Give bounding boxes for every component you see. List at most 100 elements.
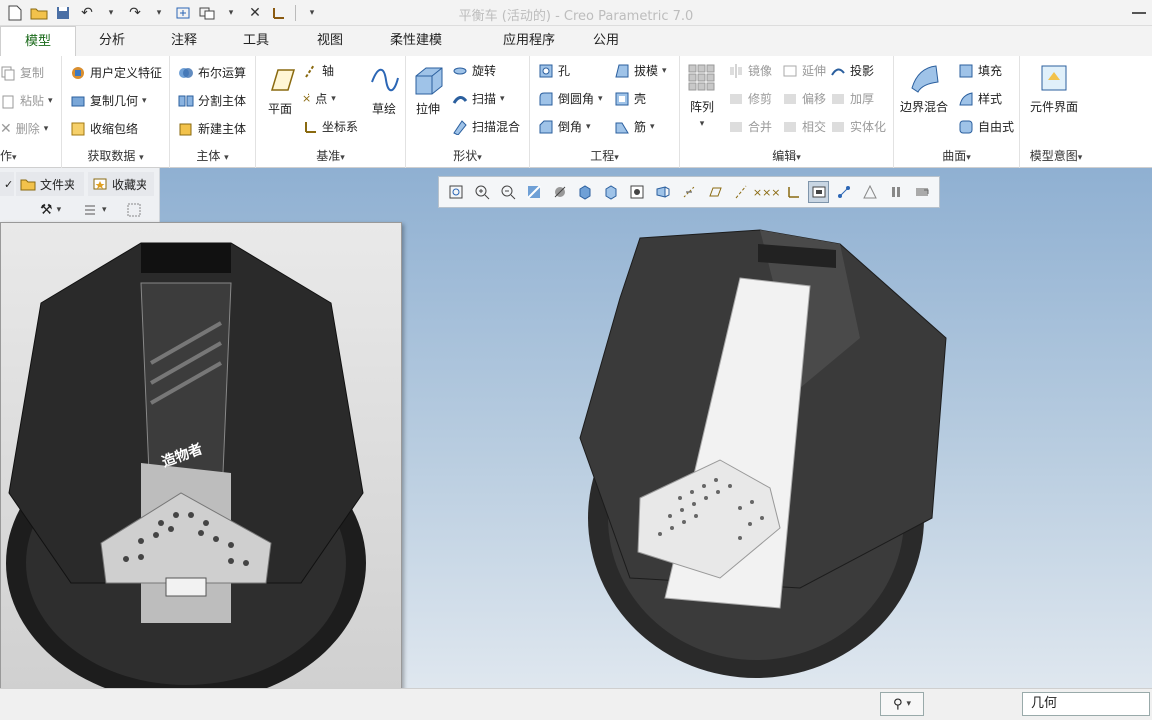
group-label-engineering[interactable]: 工程▾ bbox=[530, 147, 679, 164]
paste-button[interactable]: 粘贴 ▾ bbox=[0, 92, 53, 109]
tree-filters-button[interactable]: ▾ bbox=[82, 202, 107, 218]
hammer-icon: ⚒ bbox=[40, 202, 53, 218]
mirror-button[interactable]: 镜像 bbox=[728, 62, 772, 79]
merge-button[interactable]: 合并 bbox=[728, 118, 772, 135]
tab-favorites[interactable]: 收藏夹 bbox=[88, 172, 154, 196]
extrude-button[interactable]: 拉伸 bbox=[412, 64, 444, 117]
revolve-button[interactable]: 旋转 bbox=[452, 62, 496, 79]
tab-applications[interactable]: 应用程序 bbox=[474, 26, 584, 56]
sweep-button[interactable]: 扫描 ▾ bbox=[452, 90, 505, 107]
thicken-button[interactable]: 加厚 bbox=[830, 90, 874, 107]
solidify-icon bbox=[832, 121, 844, 132]
tab-view[interactable]: 视图 bbox=[292, 26, 368, 56]
mirror-label: 镜像 bbox=[748, 64, 773, 78]
group-label-get-data[interactable]: 获取数据 ▾ bbox=[62, 147, 169, 164]
pattern-button[interactable]: 阵列 ▾ bbox=[686, 62, 718, 129]
view-manager-icon[interactable] bbox=[626, 181, 648, 203]
perspective-icon[interactable] bbox=[652, 181, 674, 203]
delete-button[interactable]: ✕ 删除 ▾ bbox=[0, 120, 48, 137]
trim-icon bbox=[730, 93, 742, 104]
extend-button[interactable]: 延伸 bbox=[782, 62, 826, 79]
boolean-button[interactable]: 布尔运算 bbox=[178, 64, 246, 81]
tab-tools[interactable]: 工具 bbox=[220, 26, 292, 56]
extrude-label: 拉伸 bbox=[415, 102, 440, 116]
repaint-icon[interactable] bbox=[523, 181, 545, 203]
spin-center-display-icon[interactable] bbox=[833, 181, 855, 203]
csys-display-icon[interactable] bbox=[782, 181, 804, 203]
minimize-icon[interactable] bbox=[1132, 12, 1146, 14]
group-label-shapes[interactable]: 形状▾ bbox=[406, 147, 529, 164]
find-button[interactable]: ⚲ ▾ bbox=[880, 692, 924, 716]
trim-button[interactable]: 修剪 bbox=[728, 90, 772, 107]
group-label-operations[interactable]: 作▾ bbox=[0, 147, 61, 164]
group-label-surfaces[interactable]: 曲面▾ bbox=[894, 147, 1019, 164]
tab-flexible-modeling[interactable]: 柔性建模 bbox=[368, 26, 464, 56]
plane-display-icon[interactable] bbox=[704, 181, 726, 203]
csys-button[interactable]: 坐标系 bbox=[302, 118, 358, 135]
solidify-button[interactable]: 实体化 bbox=[830, 118, 886, 135]
group-label-model-intent[interactable]: 模型意图▾ bbox=[1020, 147, 1092, 164]
point-display-icon[interactable]: ××× bbox=[753, 181, 781, 203]
group-operations: 复制 粘贴 ▾ ✕ 删除 ▾ 作▾ bbox=[0, 56, 62, 168]
round-button[interactable]: 倒圆角 ▾ bbox=[538, 90, 603, 107]
tree-settings-button[interactable]: ⚒ ▾ bbox=[40, 202, 61, 218]
udf-button[interactable]: 用户定义特征 bbox=[70, 64, 162, 81]
style-label: 样式 bbox=[978, 92, 1003, 106]
saved-orientations-icon[interactable] bbox=[600, 181, 622, 203]
offset-button[interactable]: 偏移 bbox=[782, 90, 826, 107]
boundary-blend-label: 边界混合 bbox=[900, 100, 949, 114]
shell-button[interactable]: 壳 bbox=[614, 90, 646, 107]
boundary-blend-button[interactable]: 边界混合 bbox=[900, 62, 948, 115]
datum-display-icon[interactable] bbox=[678, 181, 700, 203]
rib-button[interactable]: 筋 ▾ bbox=[614, 118, 655, 135]
fill-button[interactable]: 填充 bbox=[958, 62, 1002, 79]
copy-geometry-button[interactable]: 复制几何 ▾ bbox=[70, 92, 147, 109]
pause-icon[interactable] bbox=[885, 181, 907, 203]
offset-icon bbox=[784, 93, 796, 104]
tab-common[interactable]: 公用 bbox=[584, 26, 628, 56]
group-label-datum[interactable]: 基准▾ bbox=[256, 147, 405, 164]
intersect-button[interactable]: 相交 bbox=[782, 118, 826, 135]
plane-button[interactable]: 平面 bbox=[264, 64, 296, 117]
tab-analysis[interactable]: 分析 bbox=[76, 26, 148, 56]
group-label-body[interactable]: 主体 ▾ bbox=[170, 147, 255, 164]
refit-icon[interactable] bbox=[445, 181, 467, 203]
tree-columns-button[interactable] bbox=[126, 202, 142, 218]
axis-button[interactable]: 轴 bbox=[302, 62, 334, 79]
plane-icon bbox=[270, 69, 296, 91]
hole-button[interactable]: 孔 bbox=[538, 62, 570, 79]
shell-label: 壳 bbox=[634, 92, 647, 106]
freestyle-button[interactable]: 自由式 bbox=[958, 118, 1014, 135]
tab-annotate[interactable]: 注释 bbox=[148, 26, 220, 56]
chamfer-button[interactable]: 倒角 ▾ bbox=[538, 118, 591, 135]
display-style-icon[interactable] bbox=[574, 181, 596, 203]
zoom-in-icon[interactable] bbox=[471, 181, 493, 203]
component-interface-button[interactable]: 元件界面 bbox=[1030, 62, 1078, 115]
copy-button[interactable]: 复制 bbox=[0, 64, 44, 81]
project-button[interactable]: 投影 bbox=[830, 62, 874, 79]
zoom-out-icon[interactable] bbox=[497, 181, 519, 203]
animation-icon[interactable] bbox=[911, 181, 933, 203]
selection-filter-dropdown[interactable]: 几何 bbox=[1022, 692, 1150, 716]
copy-label: 复制 bbox=[20, 66, 45, 80]
spin-center-icon[interactable] bbox=[549, 181, 571, 203]
draft-button[interactable]: 拔模 ▾ bbox=[614, 62, 667, 79]
swept-blend-button[interactable]: 扫描混合 bbox=[452, 118, 520, 135]
udf-label: 用户定义特征 bbox=[90, 66, 163, 80]
model-tree-tab[interactable]: ✓ bbox=[0, 172, 14, 196]
sketch-button[interactable]: 草绘 bbox=[368, 64, 400, 117]
boolean-label: 布尔运算 bbox=[198, 66, 247, 80]
point-button[interactable]: ×̇ 点 ▾ bbox=[302, 90, 336, 107]
unicycle-render bbox=[6, 242, 366, 703]
tab-model[interactable]: 模型 bbox=[0, 26, 76, 56]
tab-file-browser[interactable]: 文件夹 bbox=[16, 172, 84, 196]
chamfer-icon bbox=[539, 120, 553, 133]
style-button[interactable]: 样式 bbox=[958, 90, 1002, 107]
shrinkwrap-button[interactable]: 收缩包络 bbox=[70, 120, 138, 137]
new-body-button[interactable]: 新建主体 bbox=[178, 120, 246, 137]
appearance-icon[interactable] bbox=[859, 181, 881, 203]
axis-display-icon[interactable] bbox=[730, 181, 752, 203]
annotation-display-icon[interactable] bbox=[807, 181, 830, 203]
group-label-editing[interactable]: 编辑▾ bbox=[680, 147, 893, 164]
split-body-button[interactable]: 分割主体 bbox=[178, 92, 246, 109]
